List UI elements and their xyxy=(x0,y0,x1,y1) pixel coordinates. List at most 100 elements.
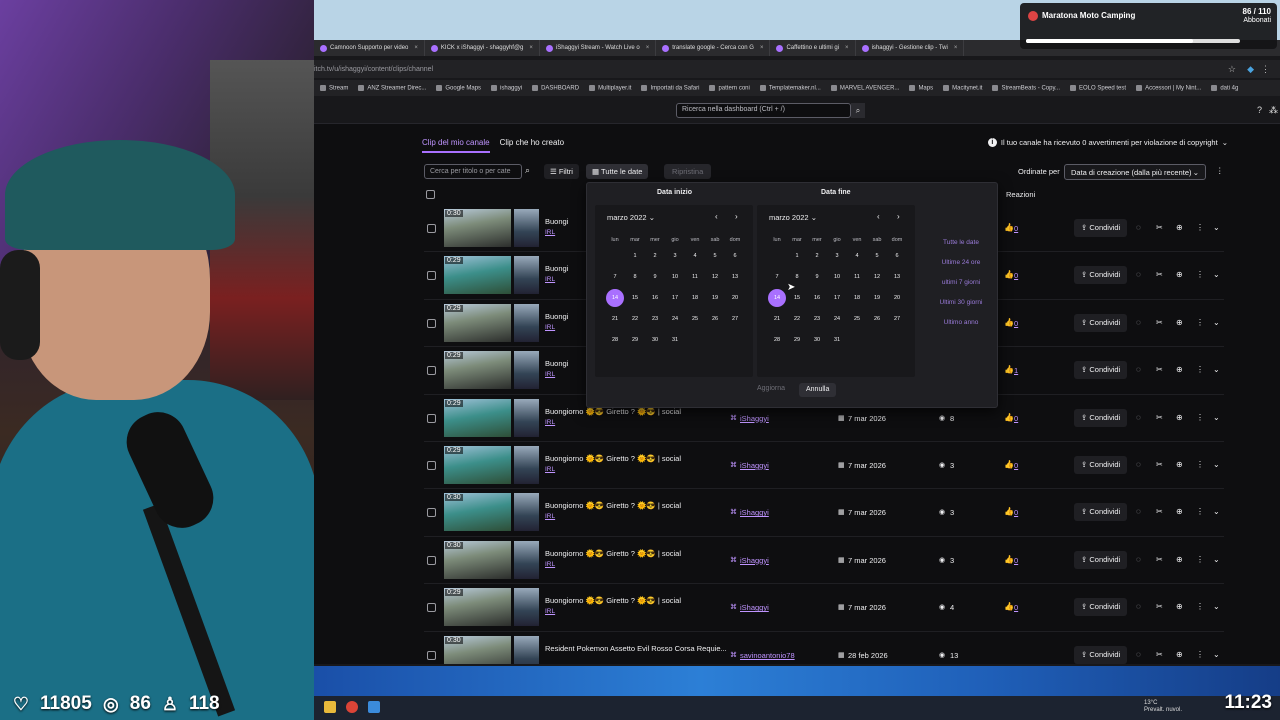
address-bar[interactable]: itch.tv/u/ishaggyi/content/clips/channel… xyxy=(314,60,1280,78)
start-calendar-day[interactable]: 8 xyxy=(625,269,645,285)
date-preset-option[interactable]: Tutte le date xyxy=(929,239,993,259)
bookmark-item[interactable]: dati 4g xyxy=(1211,84,1238,91)
clip-category-link[interactable]: IRL xyxy=(545,513,555,520)
chevron-down-icon[interactable]: ⌄ xyxy=(1213,650,1220,659)
more-options-icon[interactable]: ⋮ xyxy=(1196,365,1204,374)
scissors-icon[interactable]: ✂ xyxy=(1156,413,1163,422)
scissors-icon[interactable]: ✂ xyxy=(1156,460,1163,469)
more-options-icon[interactable]: ⋮ xyxy=(1216,166,1224,175)
tab-my-channel[interactable]: Clip del mio canale xyxy=(422,138,490,153)
start-calendar-day[interactable]: 21 xyxy=(605,311,625,327)
start-calendar-day[interactable]: 28 xyxy=(605,332,625,348)
browser-tab[interactable]: iShaggyi Stream - Watch Live o × xyxy=(540,40,657,56)
start-calendar-day[interactable]: 24 xyxy=(665,311,685,327)
start-calendar-day[interactable]: 3 xyxy=(665,248,685,264)
clip-title[interactable]: Resident Pokemon Assetto Evil Rosso Cors… xyxy=(545,644,727,653)
end-calendar-day[interactable]: 31 xyxy=(827,332,847,348)
clip-category-link[interactable]: IRL xyxy=(545,419,555,426)
close-icon[interactable]: × xyxy=(845,45,849,51)
clip-thumbnail[interactable]: 0:30 xyxy=(444,493,539,532)
start-calendar-day[interactable]: 1 xyxy=(625,248,645,264)
end-calendar-day[interactable]: 2 xyxy=(807,248,827,264)
clip-author-link[interactable]: iShaggyi xyxy=(740,603,769,612)
clip-thumbnail[interactable]: 0:29 xyxy=(444,256,539,295)
clip-author-link[interactable]: iShaggyi xyxy=(740,508,769,517)
clip-author-link[interactable]: savinoantonio78 xyxy=(740,651,795,660)
row-checkbox[interactable] xyxy=(427,650,436,660)
share-button[interactable]: ⇪ Condividi xyxy=(1074,550,1128,569)
clip-thumbnail[interactable]: 0:30 xyxy=(444,540,539,579)
bookmark-item[interactable]: Accessori | My Nint... xyxy=(1136,84,1201,91)
clip-thumbnail[interactable]: 0:30 xyxy=(444,635,539,664)
share-button[interactable]: ⇪ Condividi xyxy=(1074,455,1128,474)
clip-likes-link[interactable]: 0 xyxy=(1014,319,1018,328)
clip-likes-link[interactable]: 1 xyxy=(1014,366,1018,375)
reset-button[interactable]: Ripristina xyxy=(664,164,712,179)
loop-icon[interactable]: ◌ xyxy=(1136,365,1141,374)
end-calendar-day[interactable]: 21 xyxy=(767,311,787,327)
tab-created[interactable]: Clip che ho creato xyxy=(500,138,564,153)
add-circle-icon[interactable]: ⊕ xyxy=(1176,413,1183,422)
chevron-down-icon[interactable]: ⌄ xyxy=(1213,602,1220,611)
more-options-icon[interactable]: ⋮ xyxy=(1196,318,1204,327)
row-checkbox[interactable] xyxy=(427,318,436,328)
browser-tab[interactable]: Caffettino e ultimi gi × xyxy=(770,40,856,56)
share-button[interactable]: ⇪ Condividi xyxy=(1074,408,1128,427)
clip-thumbnail[interactable]: 0:29 xyxy=(444,351,539,390)
clip-category-link[interactable]: IRL xyxy=(545,561,555,568)
clip-title[interactable]: Buongiorno 🌞😎 Giretto ? 🌞😎 | social xyxy=(545,596,681,605)
clip-title[interactable]: Buongiorno 🌞😎 Giretto ? 🌞😎 | social xyxy=(545,454,681,463)
share-button[interactable]: ⇪ Condividi xyxy=(1074,361,1128,380)
start-calendar-day[interactable]: 23 xyxy=(645,311,665,327)
end-calendar-day[interactable]: 20 xyxy=(887,290,907,306)
start-calendar-day[interactable]: 4 xyxy=(685,248,705,264)
bookmark-item[interactable]: DASHBOARD xyxy=(532,84,579,91)
help-icon[interactable]: ? xyxy=(1257,105,1262,115)
more-options-icon[interactable]: ⋮ xyxy=(1196,602,1204,611)
weather-widget[interactable]: 13°C Prevalt. nuvol. xyxy=(1144,700,1182,714)
chevron-down-icon[interactable]: ⌄ xyxy=(1213,413,1220,422)
start-calendar-day[interactable]: 30 xyxy=(645,332,665,348)
close-icon[interactable]: × xyxy=(529,45,533,51)
clip-likes-link[interactable]: 0 xyxy=(1014,508,1018,517)
bookmark-item[interactable]: Multiplayer.it xyxy=(589,84,631,91)
start-calendar-day[interactable]: 18 xyxy=(685,290,705,306)
clip-thumbnail[interactable]: 0:30 xyxy=(444,209,539,247)
start-calendar-day[interactable]: 10 xyxy=(665,269,685,285)
clip-likes-link[interactable]: 0 xyxy=(1014,603,1018,612)
scissors-icon[interactable]: ✂ xyxy=(1156,507,1163,516)
start-month-select[interactable]: marzo 2022 ⌄ xyxy=(607,213,655,222)
bookmark-item[interactable]: Macitynet.it xyxy=(943,84,982,91)
clip-search-input[interactable]: Cerca per titolo o per cate xyxy=(424,164,522,179)
chevron-down-icon[interactable]: ⌄ xyxy=(1213,555,1220,564)
end-month-select[interactable]: marzo 2022 ⌄ xyxy=(769,213,817,222)
row-checkbox[interactable] xyxy=(427,413,436,423)
row-checkbox[interactable] xyxy=(427,460,436,470)
loop-icon[interactable]: ◌ xyxy=(1136,413,1141,422)
end-calendar-day[interactable]: 30 xyxy=(807,332,827,348)
clip-likes-link[interactable]: 0 xyxy=(1014,461,1018,470)
end-calendar-day[interactable]: 17 xyxy=(827,290,847,306)
start-calendar-day[interactable]: 29 xyxy=(625,332,645,348)
end-calendar-day[interactable]: 11 xyxy=(847,269,867,285)
close-icon[interactable]: × xyxy=(646,45,650,51)
end-calendar-day[interactable]: 23 xyxy=(807,311,827,327)
end-calendar-day[interactable]: 6 xyxy=(887,248,907,264)
start-calendar-day[interactable]: 13 xyxy=(725,269,745,285)
add-circle-icon[interactable]: ⊕ xyxy=(1176,507,1183,516)
filters-button[interactable]: ☰ Filtri xyxy=(544,164,579,179)
row-checkbox[interactable] xyxy=(427,366,436,376)
clip-thumbnail[interactable]: 0:29 xyxy=(444,445,539,484)
add-circle-icon[interactable]: ⊕ xyxy=(1176,318,1183,327)
select-all-checkbox[interactable] xyxy=(426,190,435,199)
clip-author-link[interactable]: iShaggyi xyxy=(740,556,769,565)
date-preset-option[interactable]: Ultime 24 ore xyxy=(929,259,993,279)
browser-tab[interactable]: ishaggyi - Gestione clip - Twi × xyxy=(856,40,965,56)
add-circle-icon[interactable]: ⊕ xyxy=(1176,270,1183,279)
clip-thumbnail[interactable]: 0:29 xyxy=(444,303,539,342)
clip-title[interactable]: Buongiorno 🌞😎 Giretto ? 🌞😎 | social xyxy=(545,549,681,558)
clip-category-link[interactable]: IRL xyxy=(545,276,555,283)
start-calendar-day[interactable]: 26 xyxy=(705,311,725,327)
search-icon[interactable]: ⌕ xyxy=(525,165,530,176)
end-calendar-day[interactable]: 3 xyxy=(827,248,847,264)
